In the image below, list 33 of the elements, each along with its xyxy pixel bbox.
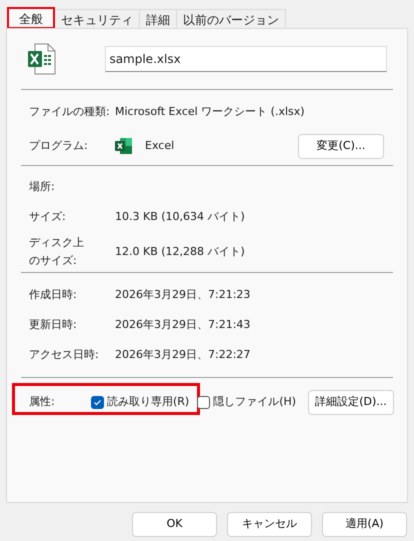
field-value: 2026年3月29日、7:21:23 <box>115 286 250 303</box>
field-value: 2026年3月29日、7:21:43 <box>115 316 250 333</box>
field-label: 作成日時: <box>29 286 77 303</box>
tab[interactable]: 詳細 <box>140 9 177 29</box>
field-label: アクセス日時: <box>29 346 99 363</box>
checkbox[interactable]: 隠しファイル(H) <box>197 394 296 410</box>
file-name-field[interactable]: sample.xlsx <box>105 46 387 72</box>
field-label: 属性: <box>29 394 56 410</box>
field-value: Microsoft Excel ワークシート (.xlsx) <box>115 104 305 120</box>
field-label: 更新日時: <box>29 316 77 333</box>
advanced-button[interactable]: 詳細設定(D)... <box>308 390 394 414</box>
dialog-button[interactable]: OK <box>132 512 217 537</box>
checkbox[interactable]: 読み取り専用(R) <box>91 394 190 410</box>
field-value: Excel <box>145 138 174 154</box>
field-label: サイズ: <box>29 208 66 225</box>
checkbox-label: 隠しファイル(H) <box>213 394 296 410</box>
field-label: 場所: <box>29 178 55 195</box>
dialog-button[interactable]: キャンセル <box>227 512 312 537</box>
tab[interactable]: セキュリティ <box>55 9 140 29</box>
dialog-button[interactable]: 適用(A) <box>322 512 407 537</box>
change-button[interactable]: 変更(C)... <box>298 134 384 158</box>
spreadsheet-file-icon <box>27 43 57 75</box>
field-value: 2026年3月29日、7:22:27 <box>115 346 250 363</box>
field-label: プログラム: <box>29 138 88 154</box>
checkbox-label: 読み取り専用(R) <box>107 394 190 410</box>
tab[interactable]: 全般 <box>7 7 55 29</box>
field-label: ディスク上 <box>29 235 84 251</box>
field-value: 10.3 KB (10,634 バイト) <box>115 208 245 225</box>
field-label: のサイズ: <box>29 253 77 269</box>
tab[interactable]: 以前のバージョン <box>177 9 286 29</box>
spreadsheet-app-icon <box>115 137 133 155</box>
field-label: ファイルの種類: <box>29 104 110 120</box>
field-value: 12.0 KB (12,288 バイト) <box>115 244 245 260</box>
